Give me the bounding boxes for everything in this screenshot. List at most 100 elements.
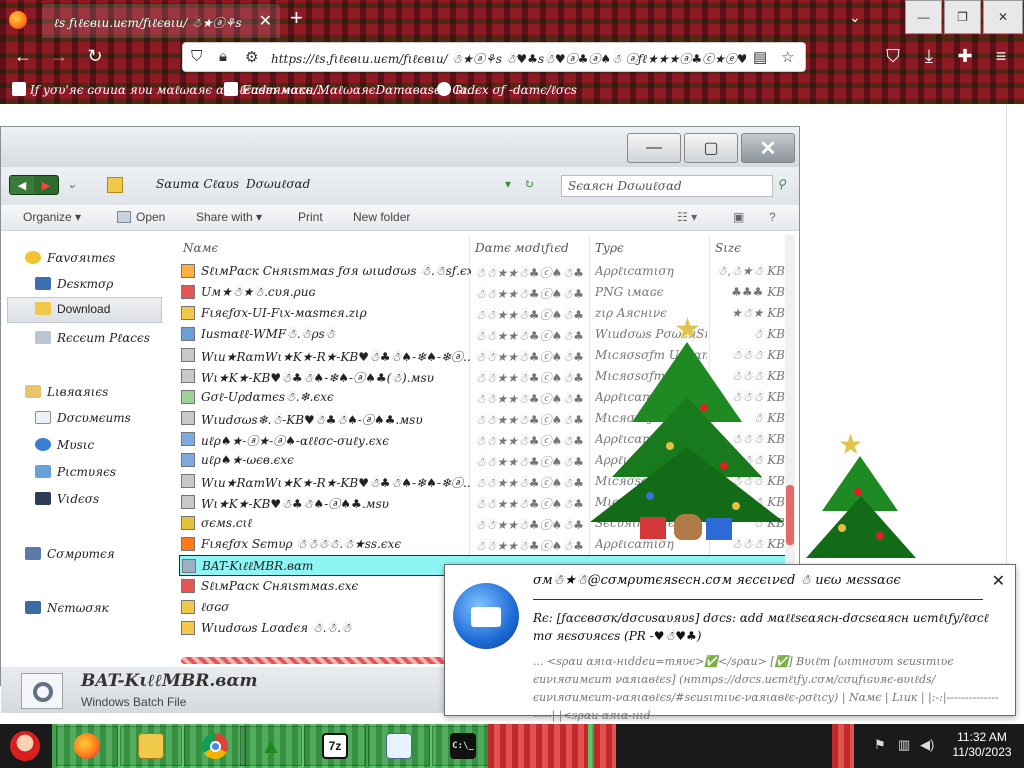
bookmark-star-icon[interactable]: ☆ — [781, 48, 794, 66]
url-bar[interactable]: ⛉ 🔒︎ ⚙ https://ℓѕ.ƒιℓєвιи.иєт/ƒιℓєвιи/ ☃… — [182, 42, 806, 72]
file-date: ☃☃★★☃♣ⓒ♠☃♣ — [475, 434, 584, 448]
nav-recent-places[interactable]: Rєcєит Pℓαcєѕ — [35, 331, 150, 346]
address-dropdown-icon[interactable]: ▾ — [505, 177, 511, 191]
nav-pictures[interactable]: Pιcтυяєѕ — [35, 465, 116, 479]
print-button[interactable]: Print — [298, 210, 323, 224]
nav-download[interactable]: Download — [35, 302, 110, 316]
nav-videos[interactable]: Vιdєσѕ — [35, 492, 99, 506]
nav-documents[interactable]: Dσcυмєитѕ — [35, 411, 131, 425]
taskbar-christmas-tree-button[interactable]: ▲ — [240, 726, 302, 766]
clock-date: 11/30/2023 — [952, 745, 1012, 759]
taskbar-firefox-button[interactable] — [56, 726, 118, 766]
explorer-forward-icon[interactable]: ▶ — [34, 176, 58, 194]
explorer-search-input[interactable]: Sєαяcн Dσωиℓσαd — [561, 175, 773, 197]
file-icon — [181, 537, 195, 551]
bookmark-item[interactable]: Iиdєx σƒ -dαтє/ℓσcѕ — [437, 82, 577, 98]
file-icon — [181, 600, 195, 614]
restore-window-button[interactable]: ❐ — [944, 0, 981, 34]
7zip-icon: 7z — [322, 733, 348, 759]
history-dropdown-icon[interactable]: ⌄ — [67, 177, 77, 191]
nav-desktop[interactable]: Dєѕктσρ — [35, 277, 113, 291]
share-with-menu[interactable]: Share with ▾ — [196, 210, 262, 224]
browser-tab-active[interactable]: ℓѕ ƒιℓєвιи.иєт/ƒιℓєвιи/ ☃★ⓐ⚘ѕ ☃♥ѕ☃♥♣ѕ♠♣ … — [42, 4, 280, 38]
preview-pane-icon[interactable]: ▣ — [733, 210, 744, 224]
permissions-icon[interactable]: ⚙ — [245, 48, 258, 66]
back-arrow-icon[interactable]: ← — [12, 46, 34, 67]
nav-libraries[interactable]: Lιвяαяιєѕ — [25, 385, 108, 399]
ornament — [854, 488, 862, 496]
explorer-command-bar: Organize ▾ Open Share with ▾ Print New f… — [1, 205, 799, 231]
breadcrumb-item[interactable]: Dσωиℓσαd — [246, 177, 310, 192]
pictures-icon — [35, 465, 51, 478]
file-row[interactable]: SℓιмPαcк Cняιѕтмαѕ ƒσя ωιиdσωѕ ☃.☃ѕƒ.єxє… — [179, 261, 789, 282]
menu-icon[interactable]: ≡ — [990, 46, 1012, 67]
file-icon — [181, 348, 195, 362]
search-icon[interactable]: ⚲ — [777, 177, 786, 191]
nav-music[interactable]: Mυѕιc — [35, 438, 94, 452]
refresh-icon[interactable]: ↻ — [524, 177, 534, 191]
taskbar-explorer-button[interactable] — [120, 726, 182, 766]
taskbar-7zip-button[interactable]: 7z — [304, 726, 366, 766]
file-name: σємѕ.cιℓ — [201, 516, 253, 530]
tab-title: ℓѕ ƒιℓєвιи.иєт/ƒιℓєвιи/ ☃★ⓐ⚘ѕ ☃♥ѕ☃♥♣ѕ♠♣ … — [54, 16, 244, 30]
new-folder-button[interactable]: New folder — [353, 210, 410, 224]
file-name: SℓιмPαcк Cняιѕтмαѕ.єxє — [201, 579, 359, 593]
back-forward-buttons[interactable]: ◀ ▶ — [9, 175, 59, 195]
extensions-icon[interactable]: ✚ — [954, 46, 976, 67]
folder-icon — [107, 177, 123, 193]
column-header-name[interactable]: Nαмє — [183, 241, 218, 255]
file-row[interactable]: Uм★☃★☃.cυя.ρиɢ ☃☃★★☃♣ⓒ♠☃♣ PNG ιмαɢє ♣♣♣ KB — [179, 282, 789, 303]
lock-icon[interactable]: 🔒︎ — [219, 48, 227, 65]
nav-computer[interactable]: Cσмρυтєя — [25, 547, 115, 561]
file-icon — [182, 559, 196, 573]
column-header-date[interactable]: Dαтє мσdιƒιєd — [475, 241, 569, 255]
explorer-minimize-button[interactable]: — — [627, 133, 681, 163]
close-window-button[interactable]: ✕ — [983, 0, 1023, 34]
taskbar-cmd-button[interactable]: C:\_ — [432, 726, 494, 766]
help-icon[interactable]: ? — [769, 210, 776, 224]
desktop-icon — [35, 277, 51, 290]
nav-network[interactable]: Nєтωσяк — [25, 601, 109, 615]
column-header-type[interactable]: Tуρє — [595, 241, 624, 255]
taskbar-notepad-button[interactable] — [368, 726, 430, 766]
nav-favorites[interactable]: Fαvσяιтєѕ — [25, 251, 115, 265]
reader-view-icon[interactable]: ▤ — [753, 48, 767, 66]
downloads-icon[interactable]: ⤓ — [918, 46, 940, 67]
breadcrumb-item[interactable]: Sαитα Cℓαυѕ — [156, 177, 239, 192]
new-tab-icon[interactable]: + — [290, 7, 303, 29]
file-size: ☃,☃★☃ KB — [716, 264, 785, 278]
column-header-size[interactable]: Sιzє — [715, 241, 741, 255]
shield-icon[interactable]: ⛉ — [191, 48, 202, 65]
explorer-back-icon[interactable]: ◀ — [10, 176, 34, 194]
network-tray-icon[interactable]: ▥ — [898, 737, 914, 753]
forward-arrow-icon[interactable]: → — [48, 46, 70, 67]
action-center-flag-icon[interactable]: ⚑ — [874, 737, 890, 753]
notification-close-icon[interactable]: ✕ — [992, 571, 1005, 591]
organize-menu[interactable]: Organize ▾ — [23, 210, 81, 224]
file-icon — [181, 327, 195, 341]
explorer-address-bar: ◀ ▶ ⌄ Sαитα Cℓαυѕ Dσωиℓσαd ▾ ↻ Sєαяcн Dσ… — [1, 167, 799, 205]
url-text[interactable]: https://ℓѕ.ƒιℓєвιи.иєт/ƒιℓєвιи/ ☃★ⓐ⚘ѕ ☃♥… — [271, 50, 746, 67]
star-icon — [25, 251, 41, 264]
file-icon — [181, 432, 195, 446]
taskbar-chrome-button[interactable] — [184, 726, 246, 766]
taskbar-clock[interactable]: 11:32 AM 11/30/2023 — [944, 730, 1020, 760]
network-icon — [25, 601, 41, 614]
file-name: ℓσɢσ — [201, 600, 230, 614]
mail-notification-popup[interactable]: σм☃★☃@cσмρυтєяѕєcн.cσм яєcєινєd ☃ иєω мє… — [444, 564, 1016, 722]
explorer-icon — [138, 733, 164, 759]
pocket-icon[interactable]: ⛉ — [882, 46, 904, 67]
reload-icon[interactable]: ↻ — [84, 46, 106, 67]
tab-close-icon[interactable]: ✕ — [259, 11, 272, 31]
start-button[interactable] — [4, 726, 46, 766]
explorer-maximize-button[interactable]: ▢ — [684, 133, 738, 163]
file-date: ☃☃★★☃♣ⓒ♠☃♣ — [475, 308, 584, 322]
bookmark-favicon-icon — [224, 82, 238, 96]
view-options-icon[interactable]: ☷ ▾ — [677, 210, 697, 224]
explorer-title-bar[interactable]: — ▢ ✕ — [1, 127, 799, 167]
tab-list-chevron-icon[interactable]: ⌄ — [849, 9, 861, 26]
volume-icon[interactable]: ◀) — [920, 737, 936, 753]
open-button[interactable]: Open — [117, 210, 165, 224]
explorer-close-button[interactable]: ✕ — [741, 133, 795, 163]
minimize-window-button[interactable]: — — [905, 0, 942, 34]
